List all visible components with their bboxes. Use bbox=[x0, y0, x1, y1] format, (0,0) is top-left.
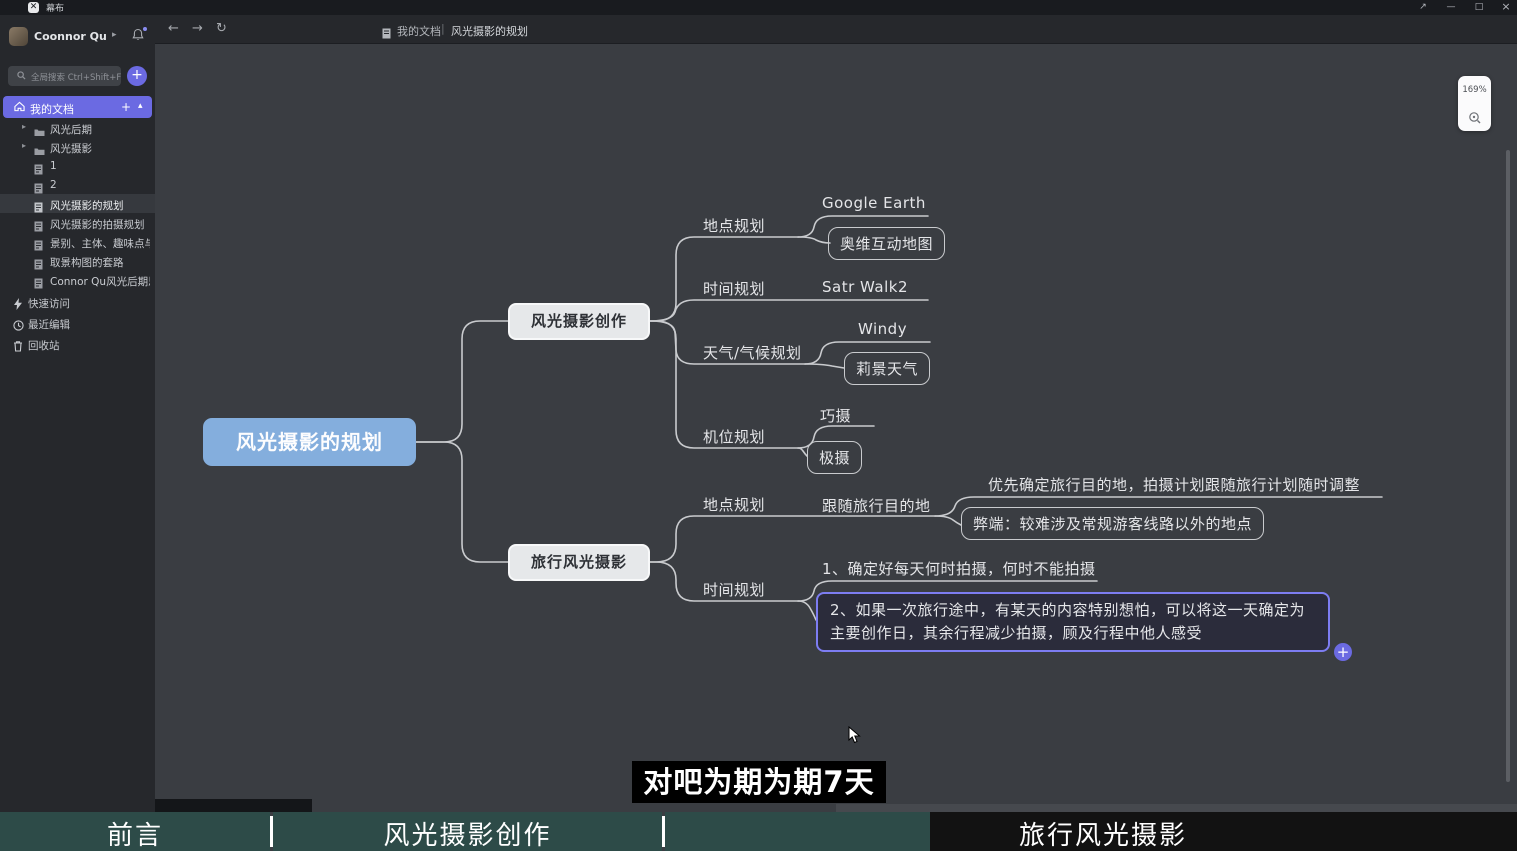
zoom-level: 169% bbox=[1458, 85, 1491, 95]
sidebar-item-label: Connor Qu风光后期思维导图 bbox=[50, 274, 150, 289]
chapter-label: 旅行风光摄影 bbox=[1013, 815, 1193, 851]
mouse-cursor bbox=[848, 726, 862, 748]
chapter-label: 风光摄影创作 bbox=[273, 815, 662, 851]
mindmap-node-lijing-weather[interactable]: 莉景天气 bbox=[844, 352, 930, 385]
search-placeholder: 全局搜索 Ctrl+Shift+F bbox=[31, 71, 121, 83]
sidebar-item-doc[interactable]: Connor Qu风光后期思维导图 bbox=[0, 270, 155, 289]
pin-window-icon[interactable]: ↗ bbox=[1412, 0, 1434, 14]
sidebar-item-label: 风光摄影的拍摄规划 bbox=[50, 217, 145, 232]
vertical-scrollbar[interactable] bbox=[1506, 150, 1510, 782]
mindmap-node-windy[interactable]: Windy bbox=[858, 320, 907, 338]
chapter-segment-intro[interactable]: 前言 bbox=[0, 812, 270, 851]
back-icon[interactable]: ← bbox=[168, 21, 179, 36]
locate-icon[interactable] bbox=[1468, 109, 1481, 128]
mindmap-node-root[interactable]: 风光摄影的规划 bbox=[203, 418, 416, 466]
sidebar-item-trash[interactable]: 回收站 bbox=[0, 334, 155, 353]
sidebar-item-doc[interactable]: 景别、主体、趣味点与取景… bbox=[0, 232, 155, 251]
sidebar-item-doc[interactable]: 2 bbox=[0, 175, 155, 194]
document-icon bbox=[34, 274, 43, 293]
add-doc-icon[interactable]: + bbox=[121, 100, 131, 114]
mindmap-node-ovital-map[interactable]: 奥维互动地图 bbox=[828, 227, 945, 260]
sidebar-item-label: 回收站 bbox=[28, 338, 60, 353]
page-title: 风光摄影的规划 bbox=[451, 23, 528, 39]
close-icon[interactable]: × bbox=[1495, 0, 1517, 14]
sidebar-item-doc[interactable]: 取景构图的套路 bbox=[0, 251, 155, 270]
forward-icon[interactable]: → bbox=[192, 21, 203, 36]
add-child-node-button[interactable]: + bbox=[1332, 641, 1354, 663]
mindmap-node-location-planning-1[interactable]: 地点规划 bbox=[703, 215, 765, 236]
sidebar-item-folder[interactable]: ▸ 风光后期 bbox=[0, 118, 155, 137]
mindmap-node-camera-position-planning[interactable]: 机位规划 bbox=[703, 426, 765, 447]
mindmap-node-branch2[interactable]: 旅行风光摄影 bbox=[508, 544, 650, 581]
video-subtitle: 对吧为期为期7天 bbox=[632, 761, 886, 803]
sidebar-item-recent[interactable]: 最近编辑 bbox=[0, 313, 155, 332]
mindmap-node-time-planning-2[interactable]: 时间规划 bbox=[703, 579, 765, 600]
sidebar-item-label: 风光后期 bbox=[50, 122, 92, 137]
mindmap-node-star-walk[interactable]: Satr Walk2 bbox=[822, 278, 908, 296]
lightning-icon bbox=[13, 295, 23, 314]
mindmap-node-location-planning-2[interactable]: 地点规划 bbox=[703, 494, 765, 515]
app-name: 幕布 bbox=[46, 1, 64, 14]
sidebar-item-label: 风光摄影的规划 bbox=[50, 198, 124, 213]
app-window: ✕ 幕布 ↗ — □ × Coonnor Qu ▸ 全局搜索 Ctrl+Shif… bbox=[0, 0, 1517, 851]
document-icon bbox=[382, 24, 391, 43]
mindmap-node-qiaoshe[interactable]: 巧摄 bbox=[820, 405, 851, 426]
minimize-icon[interactable]: — bbox=[1440, 0, 1462, 14]
mindmap-node-time-planning-1[interactable]: 时间规划 bbox=[703, 278, 765, 299]
sidebar: Coonnor Qu ▸ 全局搜索 Ctrl+Shift+F + 我的文档 + … bbox=[0, 15, 155, 812]
collapse-icon[interactable]: ▴ bbox=[138, 101, 143, 111]
chapter-separator bbox=[662, 816, 665, 847]
breadcrumb-separator: | bbox=[441, 22, 445, 35]
sidebar-item-doc-selected[interactable]: 风光摄影的规划 bbox=[0, 194, 155, 213]
mindmap-node-google-earth[interactable]: Google Earth bbox=[822, 194, 926, 212]
chapter-segment-creation[interactable]: 风光摄影创作 bbox=[273, 812, 662, 851]
notifications-bell-icon[interactable] bbox=[131, 27, 149, 45]
sidebar-item-my-docs[interactable]: 我的文档 + ▴ bbox=[3, 96, 152, 118]
sidebar-item-doc[interactable]: 风光摄影的拍摄规划 bbox=[0, 213, 155, 232]
expand-arrow-icon[interactable]: ▸ bbox=[22, 141, 26, 150]
mindmap-node-jishe[interactable]: 极摄 bbox=[807, 441, 862, 474]
trash-icon bbox=[13, 337, 23, 356]
window-titlebar: ✕ 幕布 ↗ — □ × bbox=[0, 0, 1517, 15]
sidebar-item-label: 2 bbox=[50, 179, 57, 191]
chapter-separator bbox=[270, 816, 273, 847]
refresh-icon[interactable]: ↻ bbox=[216, 21, 227, 36]
clock-icon bbox=[13, 316, 24, 335]
sidebar-item-quick-access[interactable]: 快速访问 bbox=[0, 292, 155, 311]
chapter-label: 前言 bbox=[0, 815, 270, 851]
sidebar-item-doc[interactable]: 1 bbox=[0, 156, 155, 175]
mindmap-node-weather-planning[interactable]: 天气/气候规划 bbox=[703, 342, 802, 363]
zoom-control[interactable]: 169% bbox=[1458, 76, 1491, 131]
expand-arrow-icon[interactable]: ▸ bbox=[22, 122, 26, 131]
maximize-icon[interactable]: □ bbox=[1468, 0, 1490, 14]
sidebar-item-folder[interactable]: ▸ 风光摄影 bbox=[0, 137, 155, 156]
mindmap-node-selected[interactable]: 2、如果一次旅行途中，有某天的内容特别想怕，可以将这一天确定为主要创作日，其余行… bbox=[816, 592, 1330, 652]
breadcrumb[interactable]: 我的文档 bbox=[397, 23, 441, 39]
search-input[interactable]: 全局搜索 Ctrl+Shift+F bbox=[8, 66, 121, 86]
mindmap-node-shoot-schedule[interactable]: 1、确定好每天何时拍摄，何时不能拍摄 bbox=[822, 558, 1096, 579]
sidebar-item-label: 1 bbox=[50, 160, 57, 172]
user-name: Coonnor Qu bbox=[34, 30, 107, 43]
mindmap-node-follow-destination[interactable]: 跟随旅行目的地 bbox=[822, 495, 931, 516]
notification-dot bbox=[143, 27, 147, 31]
sidebar-item-label: 风光摄影 bbox=[50, 141, 92, 156]
sidebar-item-label: 最近编辑 bbox=[28, 317, 70, 332]
doc-toolbar: ← → ↻ 我的文档 | 风光摄影的规划 ≡大纲笔记 A ▣ ↪ ⋯ bbox=[155, 15, 1517, 44]
mindmap-node-branch1[interactable]: 风光摄影创作 bbox=[508, 303, 650, 340]
new-document-button[interactable]: + bbox=[127, 66, 147, 86]
avatar[interactable] bbox=[9, 27, 28, 46]
sidebar-item-label: 取景构图的套路 bbox=[50, 255, 124, 270]
my-docs-label: 我的文档 bbox=[30, 101, 74, 117]
mindmap-node-priority-destination[interactable]: 优先确定旅行目的地，拍摄计划跟随旅行计划随时调整 bbox=[988, 474, 1360, 495]
chapter-segment-empty[interactable] bbox=[665, 812, 930, 851]
user-menu-caret-icon: ▸ bbox=[112, 30, 117, 40]
sidebar-item-label: 景别、主体、趣味点与取景… bbox=[50, 236, 150, 251]
app-logo-icon: ✕ bbox=[28, 2, 39, 13]
user-account-row[interactable]: Coonnor Qu ▸ bbox=[0, 24, 155, 48]
mindmap-node-drawback[interactable]: 弊端：较难涉及常规游客线路以外的地点 bbox=[961, 507, 1264, 540]
video-chapter-bar[interactable]: 前言 风光摄影创作 旅行风光摄影 bbox=[0, 812, 1517, 851]
sidebar-item-label: 快速访问 bbox=[28, 296, 70, 311]
